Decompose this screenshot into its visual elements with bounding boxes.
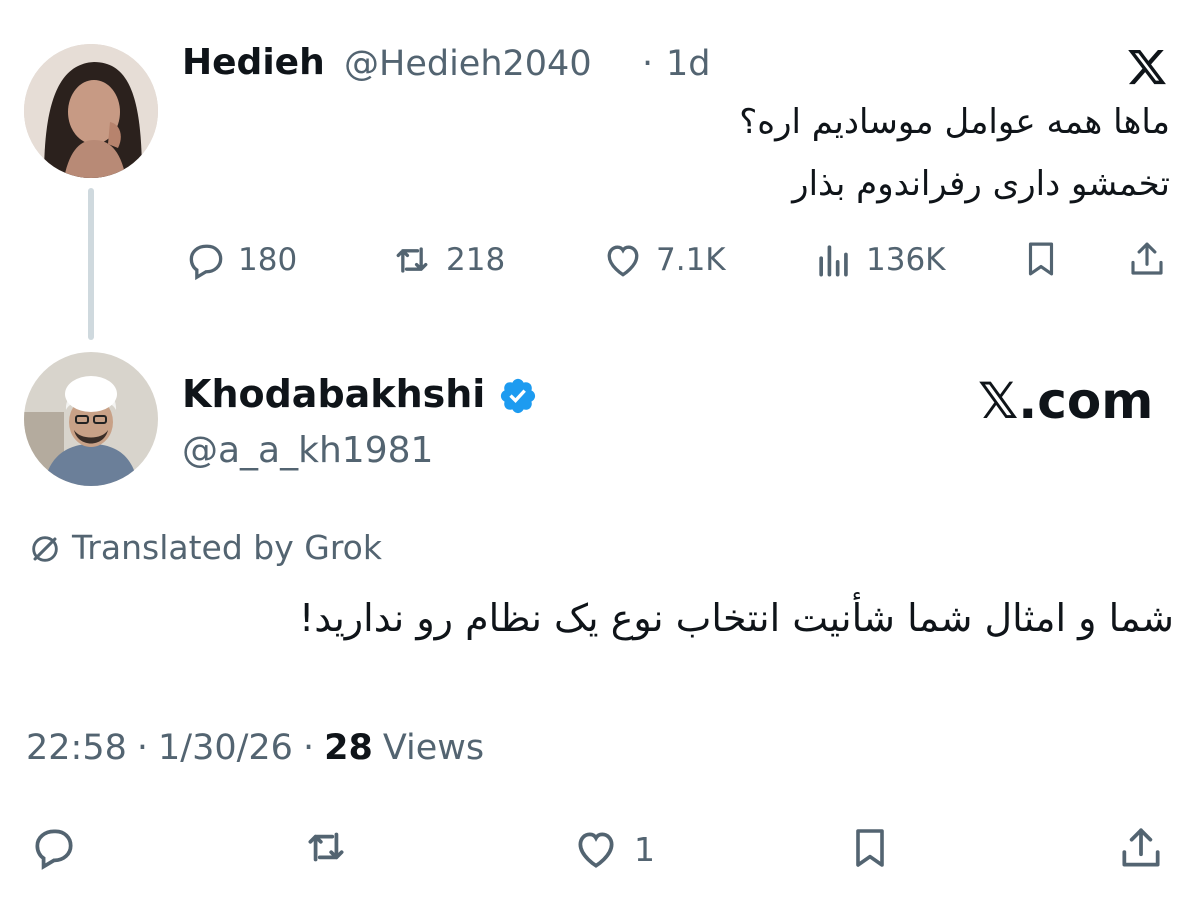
translated-by-grok-label[interactable]: Translated by Grok bbox=[72, 528, 382, 567]
x-logo-icon bbox=[1124, 44, 1170, 90]
post-time[interactable]: 22:58 bbox=[26, 728, 127, 768]
avatar-hedieh[interactable] bbox=[24, 44, 158, 178]
handle-hedieh[interactable]: @Hedieh2040 bbox=[344, 44, 592, 84]
bookmark-icon bbox=[1028, 242, 1054, 276]
like-count: 7.1K bbox=[656, 242, 726, 278]
views-label: Views bbox=[382, 728, 485, 768]
repost-button[interactable]: 218 bbox=[388, 238, 505, 282]
post-date[interactable]: 1/30/26 bbox=[158, 728, 293, 768]
display-name-hedieh[interactable]: Hedieh bbox=[182, 42, 325, 83]
like-count-reply: 1 bbox=[634, 829, 655, 869]
share-icon bbox=[1122, 828, 1160, 867]
grok-icon bbox=[26, 530, 64, 568]
like-button[interactable]: 7.1K bbox=[600, 238, 726, 282]
reply-button[interactable]: 180 bbox=[184, 238, 297, 282]
repost-count: 218 bbox=[446, 242, 506, 278]
time-ago[interactable]: 1d bbox=[666, 44, 711, 84]
like-icon bbox=[578, 832, 614, 868]
reply-button-2[interactable] bbox=[26, 822, 82, 872]
repost-button-2[interactable] bbox=[296, 822, 356, 872]
separator-dot: · bbox=[136, 728, 149, 768]
separator-dot: · bbox=[642, 44, 654, 84]
timestamp-row: 22:58 · 1/30/26 · 28 Views bbox=[26, 728, 484, 768]
like-icon bbox=[607, 245, 639, 277]
reply-icon bbox=[35, 829, 73, 870]
avatar-khodabakhshi[interactable] bbox=[24, 352, 158, 486]
repost-icon bbox=[308, 832, 344, 862]
reply-count: 180 bbox=[238, 242, 298, 278]
bookmark-button[interactable] bbox=[1018, 236, 1064, 282]
views-button[interactable]: 136K bbox=[812, 238, 946, 282]
separator-dot: · bbox=[302, 728, 315, 768]
bookmark-icon bbox=[856, 829, 884, 867]
x-com-watermark: 𝕏.com bbox=[978, 372, 1154, 430]
handle-khodabakhshi[interactable]: @a_a_kh1981 bbox=[182, 430, 433, 471]
reply-tweet-text: شما و امثال شما شأنیت انتخاب نوع یک نظام… bbox=[299, 596, 1174, 640]
views-icon bbox=[819, 245, 848, 277]
verified-badge-icon bbox=[496, 374, 540, 418]
tweet-text-line-2: تخمشو داری رفراندوم بذار bbox=[792, 164, 1170, 204]
thread-connector-line bbox=[88, 188, 94, 340]
like-button-2[interactable]: 1 bbox=[568, 824, 655, 874]
share-button-2[interactable] bbox=[1114, 822, 1168, 874]
reply-icon bbox=[189, 244, 223, 281]
share-button[interactable] bbox=[1124, 236, 1170, 282]
display-name-khodabakhshi[interactable]: Khodabakhshi bbox=[182, 372, 485, 416]
tweet-text-line-1: ماها همه عوامل موسادیم اره؟ bbox=[739, 102, 1170, 142]
share-icon bbox=[1131, 242, 1163, 275]
bookmark-button-2[interactable] bbox=[844, 822, 896, 874]
views-count-reply: 28 bbox=[324, 728, 373, 768]
repost-icon bbox=[396, 247, 428, 273]
views-count: 136K bbox=[866, 242, 946, 278]
